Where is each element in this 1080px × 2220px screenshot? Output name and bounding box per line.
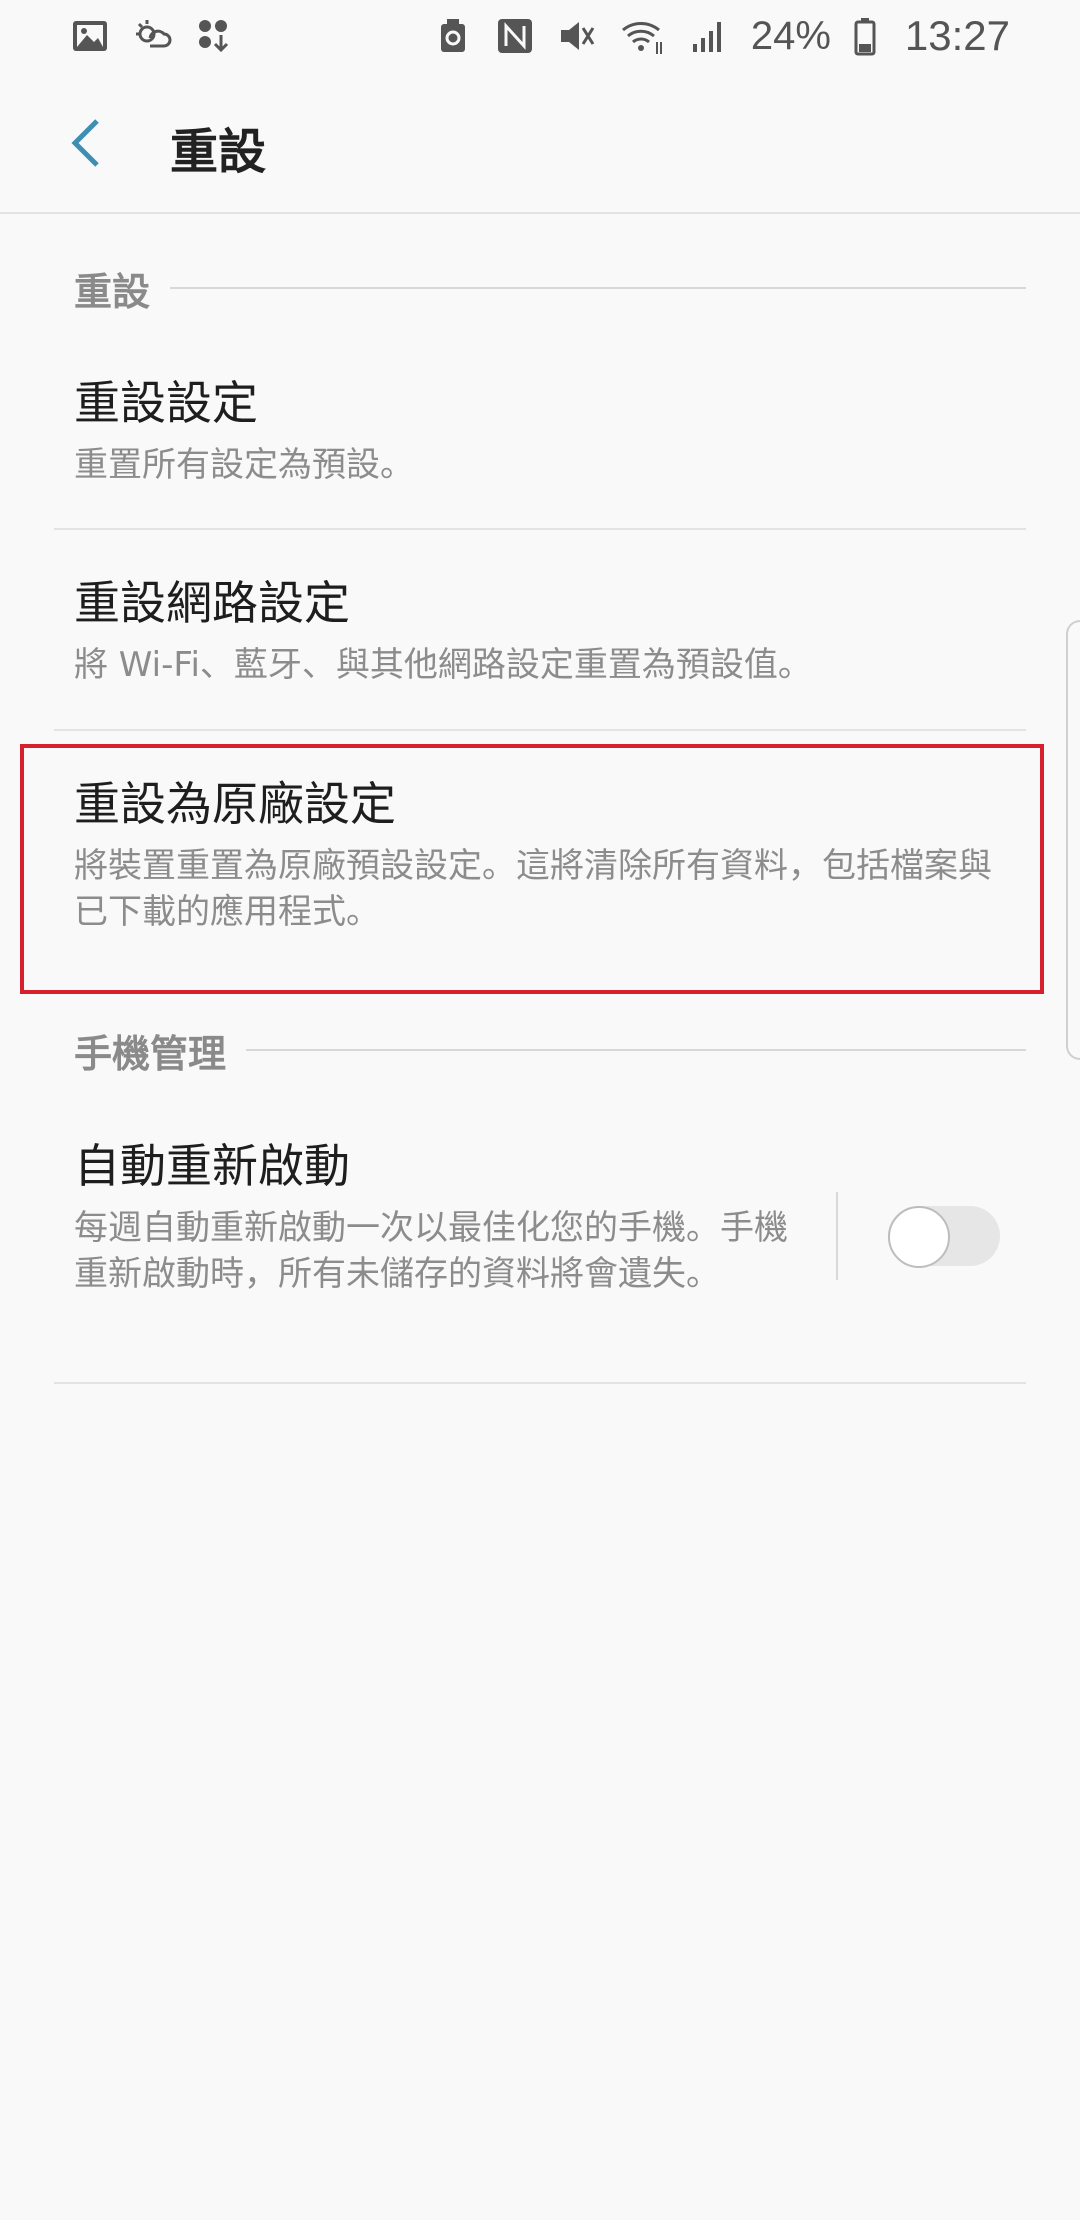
item-summary: 將 Wi-Fi、藍牙、與其他網路設定重置為預設值。	[74, 645, 812, 685]
clock: 13:27	[904, 12, 1010, 59]
scrollbar-handle[interactable]	[1066, 620, 1080, 1060]
toggle-thumb	[888, 1206, 950, 1268]
auto-restart-toggle[interactable]	[888, 1206, 1000, 1268]
item-title: 重設設定	[74, 376, 258, 430]
gallery-icon	[70, 16, 110, 56]
section-rule	[170, 287, 1026, 289]
download-icon	[194, 16, 234, 56]
section-header-device-care: 手機管理	[74, 1020, 1026, 1080]
item-title: 重設網路設定	[74, 576, 350, 630]
recycle-icon	[433, 16, 473, 56]
weather-icon	[132, 16, 172, 56]
mute-icon	[557, 16, 597, 56]
page-title: 重設	[170, 124, 267, 180]
battery-percent: 24%	[750, 13, 831, 58]
status-bar: 24% 13:27	[0, 0, 1080, 72]
chevron-left-icon	[71, 119, 99, 167]
divider	[54, 729, 1026, 731]
reset-network-settings-item[interactable]: 重設網路設定 將 Wi-Fi、藍牙、與其他網路設定重置為預設值。	[74, 574, 1024, 688]
auto-restart-item[interactable]: 自動重新啟動 每週自動重新啟動一次以最佳化您的手機。手機重新啟動時，所有未儲存的…	[74, 1137, 794, 1297]
section-rule	[246, 1049, 1026, 1051]
battery-icon	[853, 16, 877, 56]
section-label: 重設	[74, 269, 151, 314]
item-title: 自動重新啟動	[74, 1139, 350, 1193]
nfc-icon	[495, 16, 535, 56]
section-header-reset: 重設	[74, 258, 1026, 318]
back-button[interactable]	[52, 110, 118, 176]
reset-settings-item[interactable]: 重設設定 重置所有設定為預設。	[74, 374, 1024, 488]
app-bar: 重設	[0, 72, 1080, 214]
item-summary: 重置所有設定為預設。	[74, 445, 414, 485]
item-summary: 每週自動重新啟動一次以最佳化您的手機。手機重新啟動時，所有未儲存的資料將會遺失。	[74, 1208, 788, 1294]
wifi-icon	[619, 16, 667, 56]
signal-icon	[689, 16, 729, 56]
section-label: 手機管理	[74, 1031, 227, 1076]
highlight-box	[20, 744, 1044, 994]
divider	[54, 1382, 1026, 1384]
switch-separator	[836, 1192, 838, 1280]
divider	[54, 528, 1026, 530]
